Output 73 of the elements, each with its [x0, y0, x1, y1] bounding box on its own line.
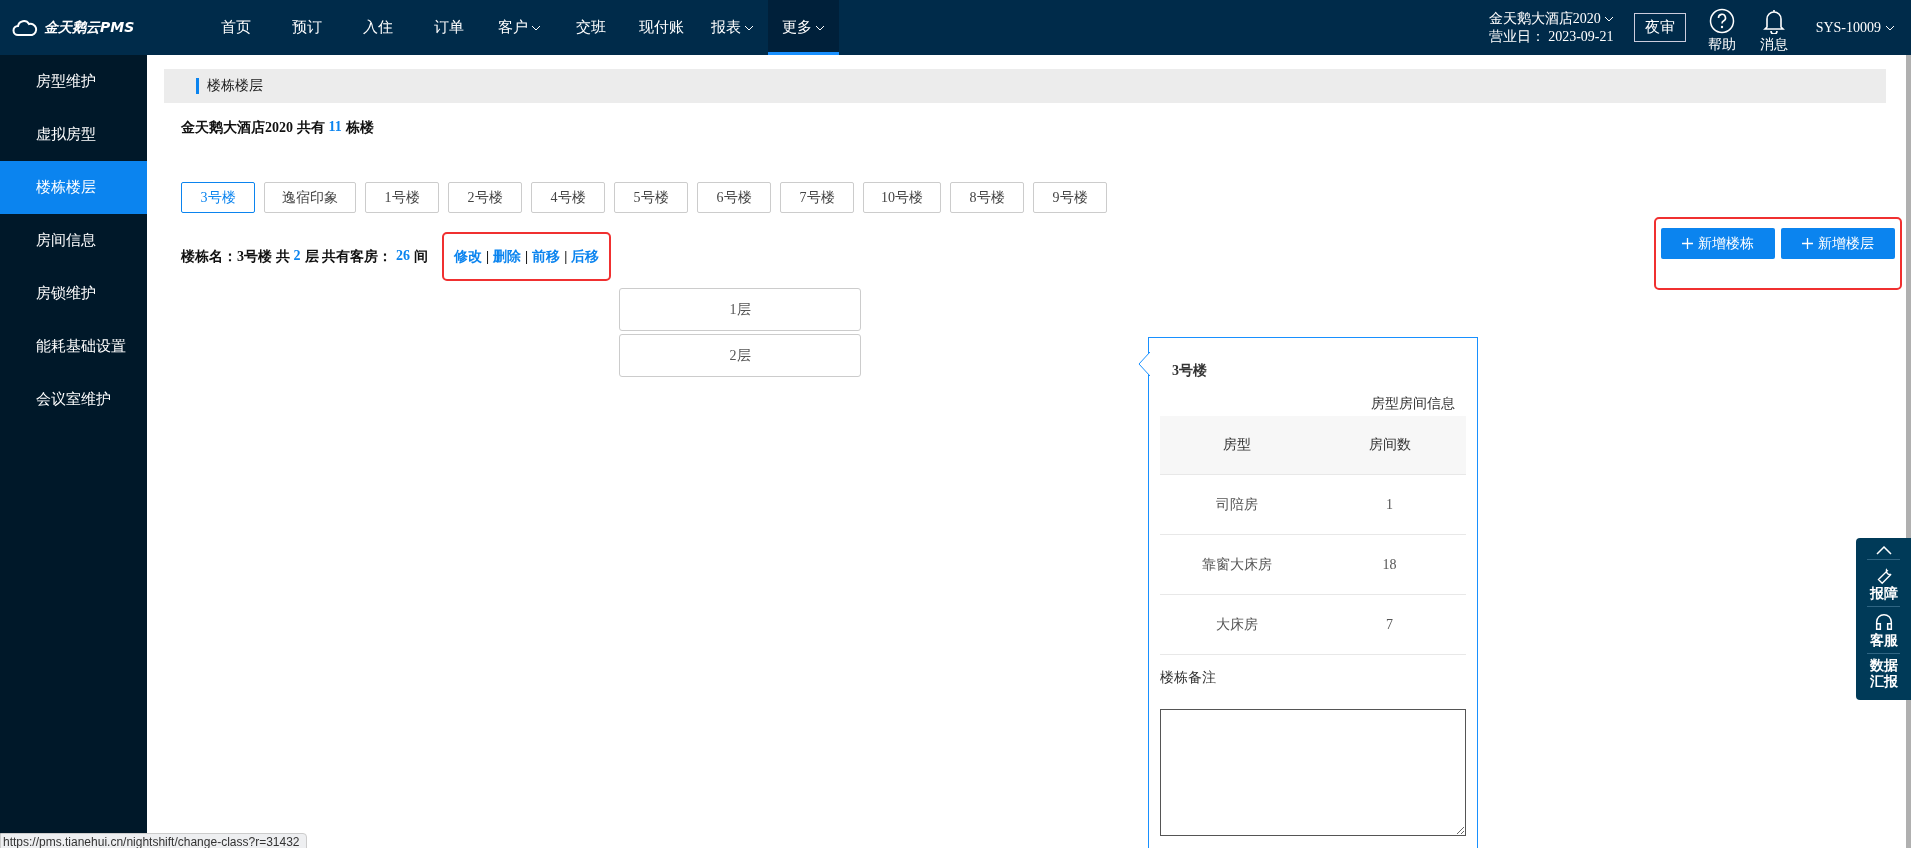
building-tab[interactable]: 8号楼	[950, 182, 1024, 213]
table-cell: 1	[1313, 475, 1466, 535]
messages-button[interactable]: 消息	[1757, 1, 1790, 54]
floor-button[interactable]: 2层	[619, 334, 861, 377]
nav-menu-item[interactable]: 订单	[413, 0, 484, 55]
bell-icon	[1762, 7, 1785, 34]
separator-text: |	[564, 248, 568, 265]
separator-text: |	[525, 248, 529, 265]
table-cell: 7	[1313, 595, 1466, 655]
user-menu[interactable]: SYS-10009	[1809, 18, 1901, 37]
nav-menu-item[interactable]: 客户	[484, 0, 555, 55]
app-logo[interactable]: 金天鹅云PMS	[0, 0, 200, 55]
nav-menu-item[interactable]: 现付账	[626, 0, 697, 55]
popover-title: 3号楼	[1171, 362, 1208, 380]
notes-field[interactable]	[1160, 709, 1466, 836]
nav-menu-item[interactable]: 入住	[342, 0, 413, 55]
action-link[interactable]: 修改	[454, 247, 482, 266]
sidebar-item[interactable]: 会议室维护	[0, 373, 147, 426]
app-name: 金天鹅云PMS	[44, 18, 135, 37]
building-tab[interactable]: 5号楼	[614, 182, 688, 213]
table-header-cell: 房型	[1160, 416, 1313, 475]
table-cell: 18	[1313, 535, 1466, 595]
help-icon	[1708, 7, 1735, 34]
sidebar-item[interactable]: 房型维护	[0, 55, 147, 108]
add-button[interactable]: 新增楼栋	[1661, 228, 1775, 259]
building-tab[interactable]: 7号楼	[780, 182, 854, 213]
tool-button[interactable]: 客服	[1867, 607, 1900, 654]
nav-menu-item[interactable]: 首页	[200, 0, 271, 55]
sidebar-item[interactable]: 房间信息	[0, 214, 147, 267]
action-link[interactable]: 前移	[532, 247, 561, 266]
floor-button[interactable]: 1层	[619, 288, 861, 331]
chevron-down-icon	[1885, 24, 1895, 31]
nav-menu-item[interactable]: 交班	[555, 0, 626, 55]
tool-button[interactable]: 报障	[1867, 560, 1900, 607]
status-url: https://pms.tianehui.cn/nightshift/change-class?r=31432	[0, 833, 307, 848]
building-tab[interactable]: 2号楼	[448, 182, 522, 213]
add-button[interactable]: 新增楼层	[1781, 228, 1895, 259]
nav-menu-item[interactable]: 更多	[768, 0, 839, 55]
table-cell: 司陪房	[1160, 475, 1313, 535]
sidebar-item[interactable]: 能耗基础设置	[0, 320, 147, 373]
building-summary: 金天鹅大酒店2020 共有 11 栋楼	[181, 119, 375, 137]
night-audit-button[interactable]: 夜审	[1633, 13, 1686, 42]
notes-label: 楼栋备注	[1160, 669, 1217, 687]
building-tab[interactable]: 6号楼	[697, 182, 771, 213]
building-tab[interactable]: 4号楼	[531, 182, 605, 213]
table-cell: 靠窗大床房	[1160, 535, 1313, 595]
sidebar-item[interactable]: 虚拟房型	[0, 108, 147, 161]
building-tab[interactable]: 10号楼	[863, 182, 941, 213]
hotel-selector[interactable]: 金天鹅大酒店2020	[1488, 9, 1614, 28]
sidebar-item[interactable]: 楼栋楼层	[0, 161, 147, 214]
plus-icon	[1682, 238, 1693, 249]
table-cell: 大床房	[1160, 595, 1313, 655]
action-link[interactable]: 后移	[571, 247, 600, 266]
building-tab[interactable]: 3号楼	[181, 182, 255, 213]
business-date: 营业日： 2023-09-21	[1488, 27, 1614, 46]
building-tab[interactable]: 9号楼	[1033, 182, 1107, 213]
help-button[interactable]: 帮助	[1705, 1, 1738, 54]
chevron-up-icon	[1875, 546, 1892, 555]
building-info: 楼栋名：3号楼 共 2 层 共有客房： 26 间	[181, 247, 428, 266]
table-header-cell: 房间数	[1313, 416, 1466, 475]
tool-button[interactable]: 数据汇报	[1867, 654, 1900, 694]
building-tab[interactable]: 1号楼	[365, 182, 439, 213]
action-link[interactable]: 删除	[493, 247, 522, 266]
cloud-icon	[12, 18, 38, 37]
section-title: 楼栋楼层	[196, 78, 263, 94]
nav-menu-item[interactable]: 预订	[271, 0, 342, 55]
building-tab[interactable]: 逸宿印象	[264, 182, 356, 213]
table-caption: 房型房间信息	[1370, 395, 1456, 413]
plus-icon	[1802, 238, 1813, 249]
sidebar-item[interactable]: 房锁维护	[0, 267, 147, 320]
chevron-down-icon	[1603, 15, 1614, 22]
nav-menu-item[interactable]: 报表	[697, 0, 768, 55]
separator-text: |	[486, 248, 490, 265]
